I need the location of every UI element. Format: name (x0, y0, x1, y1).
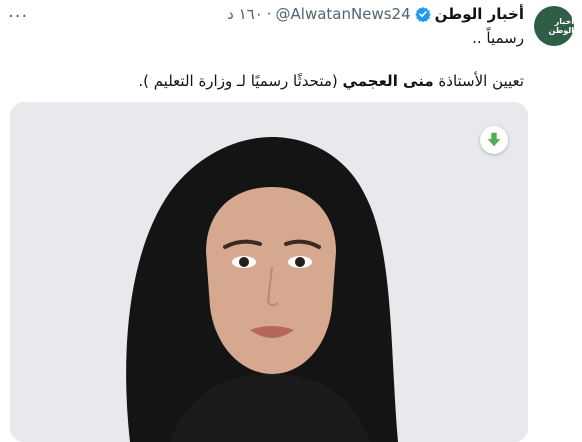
verified-badge-icon (414, 6, 431, 23)
tweet-text-prefix: تعيين الأستاذة (433, 72, 524, 90)
download-icon (487, 132, 501, 147)
tweet-text-suffix: (متحدثًا رسميًا لـ وزارة التعليم ). (138, 72, 343, 90)
tweet-text-bold-name: منى العجمي (342, 72, 434, 90)
tweet-header: أخبار الوطن @AlwatanNews24 · ١٦٠ د (227, 5, 524, 23)
tweet-text-line-1: رسمياً .. (472, 29, 524, 47)
timestamp[interactable]: ١٦٠ د (227, 5, 263, 23)
display-name[interactable]: أخبار الوطن (435, 5, 524, 23)
avatar[interactable]: أخبار الوطن (534, 6, 574, 46)
user-handle[interactable]: @AlwatanNews24 (276, 5, 411, 23)
portrait-photo (10, 102, 528, 442)
tweet-text-line-2: تعيين الأستاذة منى العجمي (متحدثًا رسميً… (138, 72, 524, 90)
separator-dot: · (266, 5, 272, 23)
more-options-icon[interactable]: ··· (8, 6, 28, 27)
download-button[interactable] (480, 126, 508, 154)
tweet-media-image[interactable] (10, 102, 528, 442)
avatar-label: أخبار الوطن (548, 17, 575, 35)
